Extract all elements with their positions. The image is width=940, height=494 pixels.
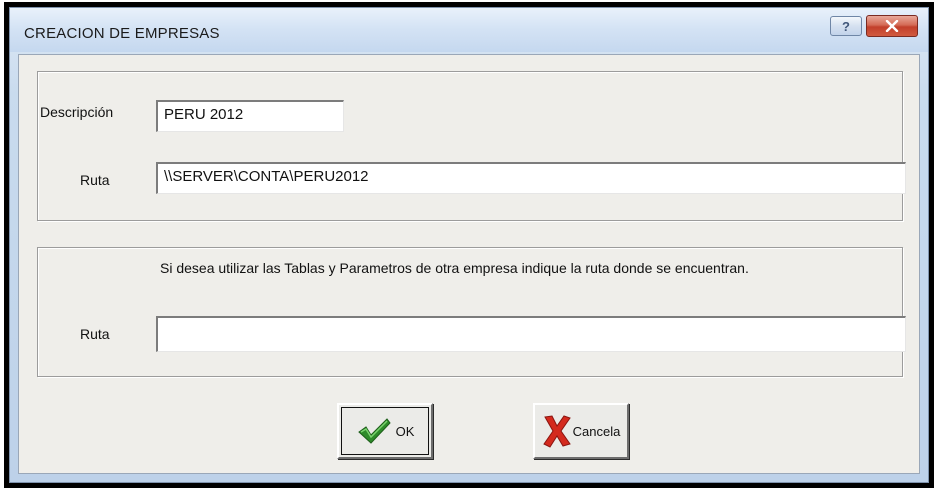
- tablas-instructions: Si desea utilizar las Tablas y Parametro…: [160, 260, 749, 276]
- ok-button[interactable]: OK: [337, 403, 433, 459]
- x-icon: [542, 415, 571, 448]
- empresa-groupbox: Descripción PERU 2012 Ruta \\SERVER\CONT…: [37, 71, 906, 221]
- descripcion-input[interactable]: PERU 2012: [156, 100, 344, 132]
- help-icon: ?: [842, 18, 850, 34]
- ruta-otra-input[interactable]: [156, 316, 906, 352]
- ruta-otra-label: Ruta: [80, 326, 110, 342]
- dialog-client-area: Descripción PERU 2012 Ruta \\SERVER\CONT…: [18, 54, 920, 474]
- checkmark-icon: [357, 418, 391, 444]
- ruta-input[interactable]: \\SERVER\CONTA\PERU2012: [156, 162, 906, 194]
- dialog-window: CREACION DE EMPRESAS ? Descripción PERU …: [4, 2, 934, 488]
- screen: CREACION DE EMPRESAS ? Descripción PERU …: [0, 0, 940, 494]
- title-bar[interactable]: CREACION DE EMPRESAS ?: [10, 8, 928, 52]
- dialog-title: CREACION DE EMPRESAS: [24, 25, 220, 42]
- ruta-label: Ruta: [80, 172, 110, 188]
- descripcion-label: Descripción: [40, 104, 114, 120]
- help-button[interactable]: ?: [830, 16, 862, 36]
- close-button[interactable]: [866, 15, 918, 37]
- tablas-groupbox: Si desea utilizar las Tablas y Parametro…: [37, 247, 906, 377]
- close-icon: [885, 20, 899, 32]
- ok-label: OK: [395, 423, 415, 439]
- cancel-button[interactable]: Cancela: [533, 403, 629, 459]
- dialog-frame: CREACION DE EMPRESAS ? Descripción PERU …: [9, 7, 929, 483]
- cancel-label: Cancela: [572, 423, 621, 439]
